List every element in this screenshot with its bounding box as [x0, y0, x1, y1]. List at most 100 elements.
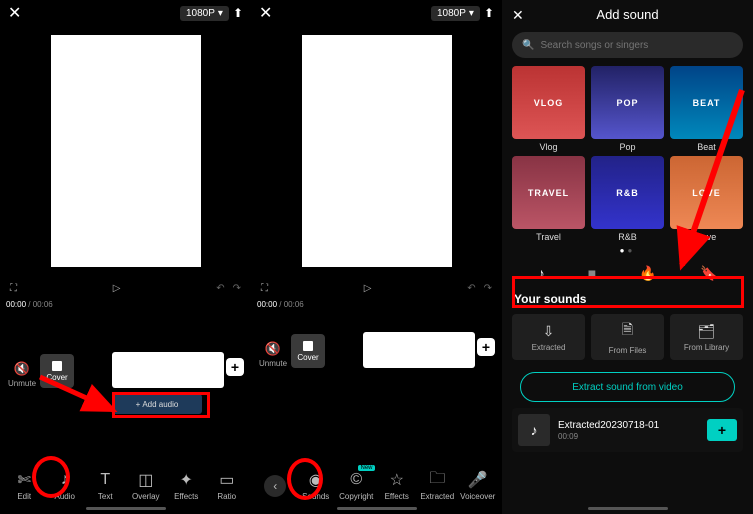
extracted-tool[interactable]: 🗀Extracted	[417, 471, 458, 501]
tool-label: Ratio	[217, 492, 236, 501]
sounds-tool[interactable]: ◉ Sounds	[296, 471, 337, 501]
sound-item[interactable]: ♪ Extracted20230718-01 00:09 +	[512, 408, 743, 452]
extract-label: Extract sound from video	[572, 382, 683, 393]
add-audio-track[interactable]: Add audio	[112, 394, 202, 414]
page-dots: ●●	[502, 242, 753, 259]
ratio-icon: ▭	[219, 471, 234, 489]
unmute-label: Unmute	[8, 379, 36, 388]
tool-label: Copyright	[339, 492, 373, 501]
cover-label: Cover	[46, 373, 67, 382]
tool-label: Overlay	[132, 492, 160, 501]
text-icon: T	[100, 471, 110, 489]
overlay-icon: ◫	[138, 471, 153, 489]
undo-icon[interactable]: ↶	[467, 283, 475, 294]
category-beat[interactable]: BEAT Beat	[670, 66, 743, 152]
effects-icon: ✦	[180, 471, 193, 489]
cat-thumb: TRAVEL	[512, 156, 585, 229]
star-icon: ☆	[390, 471, 404, 489]
opt-extracted[interactable]: ⇩Extracted	[512, 314, 585, 360]
redo-icon[interactable]: ↷	[484, 283, 492, 294]
video-clip[interactable]	[363, 332, 475, 368]
opt-from-files[interactable]: 🗎From Files	[591, 314, 664, 360]
cat-thumb: BEAT	[670, 66, 743, 139]
search-field[interactable]	[540, 40, 733, 51]
category-travel[interactable]: TRAVELTravel	[512, 156, 585, 242]
fullscreen-icon[interactable]: ⛶	[261, 283, 268, 294]
category-vlog[interactable]: VLOG Vlog	[512, 66, 585, 152]
add-clip-button[interactable]: +	[477, 338, 495, 356]
voiceover-tool[interactable]: 🎤Voiceover	[458, 471, 499, 501]
tool-label: Effects	[385, 492, 409, 501]
category-pop[interactable]: POP Pop	[591, 66, 664, 152]
fullscreen-icon[interactable]: ⛶	[10, 283, 17, 294]
export-icon[interactable]: ⬆	[233, 6, 243, 20]
unmute-label: Unmute	[259, 359, 287, 368]
sound-name: Extracted20230718-01	[558, 420, 699, 431]
add-clip-button[interactable]: +	[226, 358, 244, 376]
undo-icon[interactable]: ↶	[216, 283, 224, 294]
cat-thumb: VLOG	[512, 66, 585, 139]
add-sound-button[interactable]: +	[707, 419, 737, 441]
sound-effects-tool[interactable]: ☆ Effects	[377, 471, 418, 501]
tool-label: Extracted	[420, 492, 454, 501]
sounds-icon: ◉	[309, 471, 323, 489]
category-rnb[interactable]: R&B R&B	[591, 156, 664, 242]
tool-label: Audio	[55, 492, 75, 501]
play-icon[interactable]: ▷	[113, 283, 121, 294]
overlay-tool[interactable]: ◫ Overlay	[126, 471, 167, 501]
new-badge: New	[358, 465, 374, 471]
cat-thumb: R&B	[591, 156, 664, 229]
chevron-down-icon: ▾	[218, 8, 223, 19]
close-icon[interactable]: ✕	[512, 7, 524, 24]
chevron-left-icon: ‹	[264, 475, 286, 497]
effects-tool[interactable]: ✦ Effects	[166, 471, 207, 501]
play-icon[interactable]: ▷	[364, 283, 372, 294]
tool-label: Effects	[174, 492, 198, 501]
cat-label: Beat	[670, 142, 743, 152]
tool-label: Text	[98, 492, 113, 501]
copyright-tool[interactable]: New©Copyright	[336, 471, 377, 501]
video-canvas	[302, 35, 452, 267]
cat-thumb: POP	[591, 66, 664, 139]
copyright-icon: ©	[350, 471, 362, 489]
library-icon: 🗂	[698, 323, 716, 340]
text-tool[interactable]: T Text	[85, 471, 126, 501]
sound-duration: 00:09	[558, 432, 699, 441]
cover-button[interactable]: Cover	[291, 334, 325, 368]
edit-tool[interactable]: ✄Edit	[4, 471, 45, 501]
tab-trending[interactable]: 🔥	[639, 265, 656, 282]
close-icon[interactable]: ✕	[8, 3, 21, 23]
video-clip[interactable]	[112, 352, 224, 388]
cat-label: R&B	[591, 232, 664, 242]
home-indicator	[588, 507, 668, 510]
audio-tool[interactable]: ♪Audio	[45, 471, 86, 501]
tab-folder[interactable]: ■	[588, 265, 596, 282]
unmute-button[interactable]: 🔇Unmute	[259, 341, 287, 368]
back-button[interactable]: ‹	[255, 475, 296, 497]
extract-sound-button[interactable]: Extract sound from video	[520, 372, 735, 402]
tool-label: Edit	[17, 492, 31, 501]
cat-label: Pop	[591, 142, 664, 152]
cat-label: Vlog	[512, 142, 585, 152]
file-icon: 🗎	[622, 319, 633, 343]
close-icon[interactable]: ✕	[259, 3, 272, 23]
category-love[interactable]: LOVELove	[670, 156, 743, 242]
tool-label: Voiceover	[460, 492, 495, 501]
tab-bookmark[interactable]: 🔖	[700, 265, 717, 282]
opt-from-library[interactable]: 🗂From Library	[670, 314, 743, 360]
search-input[interactable]: 🔍	[512, 32, 743, 58]
cover-thumb	[303, 341, 313, 351]
export-icon[interactable]: ⬆	[484, 6, 494, 20]
page-title: Add sound	[596, 7, 658, 22]
tool-label: Sounds	[302, 492, 329, 501]
ratio-tool[interactable]: ▭ Ratio	[207, 471, 248, 501]
cat-label: Love	[670, 232, 743, 242]
quality-select[interactable]: 1080P▾	[431, 6, 480, 21]
extract-icon: ⇩	[543, 323, 555, 340]
cover-label: Cover	[297, 353, 318, 362]
unmute-button[interactable]: 🔇Unmute	[8, 361, 36, 388]
cover-button[interactable]: Cover	[40, 354, 74, 388]
redo-icon[interactable]: ↷	[233, 283, 241, 294]
quality-select[interactable]: 1080P▾	[180, 6, 229, 21]
tab-tiktok[interactable]: ♪	[538, 265, 545, 282]
